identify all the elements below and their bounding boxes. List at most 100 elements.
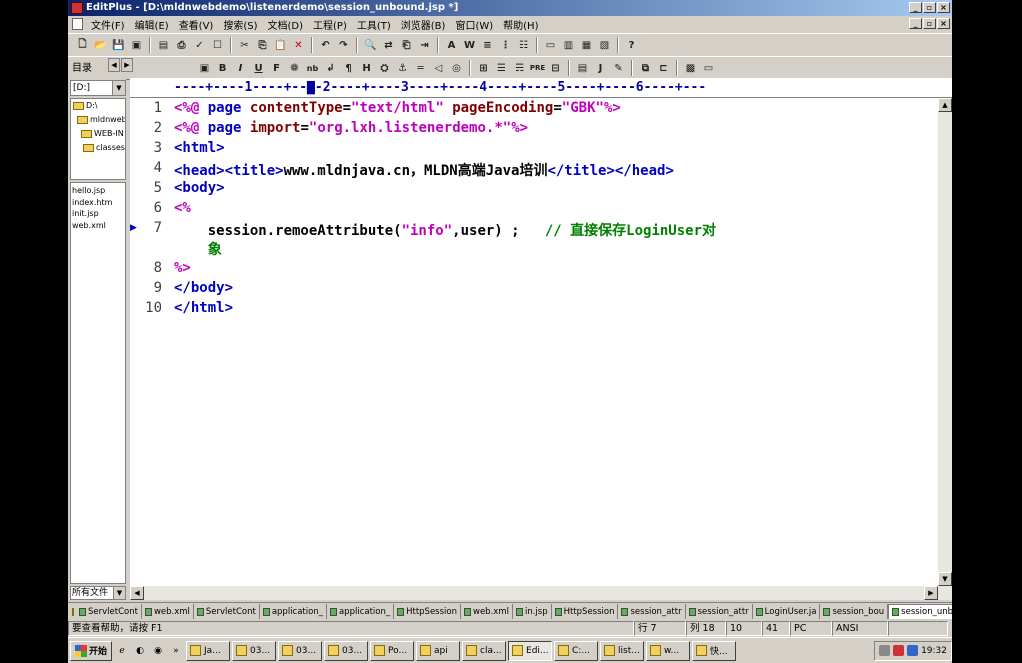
menu-document[interactable]: 文档(D) xyxy=(263,17,309,32)
code-line[interactable]: <html> xyxy=(174,140,225,156)
taskbar-item[interactable]: Po... xyxy=(370,640,415,661)
color-icon[interactable]: ❁ xyxy=(286,60,303,77)
scroll-down-icon[interactable]: ▼ xyxy=(938,572,952,586)
fullscreen-icon[interactable]: ▭ xyxy=(542,37,559,54)
image-tag-icon[interactable]: ⛭ xyxy=(376,60,393,77)
pre-icon[interactable]: PRE xyxy=(529,60,546,77)
form-icon[interactable]: ⊟ xyxy=(547,60,564,77)
document-tab[interactable]: application_ xyxy=(327,604,395,619)
taskbar-item[interactable]: 03... xyxy=(278,640,323,661)
anchor-icon[interactable]: ⚓ xyxy=(394,60,411,77)
open-folder-icon[interactable]: 📂 xyxy=(92,37,109,54)
column-icon[interactable]: ☷ xyxy=(515,37,532,54)
horizontal-scrollbar[interactable]: ◀ ▶ xyxy=(130,586,952,600)
minimize-button[interactable]: _ xyxy=(909,2,922,13)
document-tab[interactable]: ServletCont xyxy=(194,604,260,619)
nbsp-icon[interactable]: nb xyxy=(304,60,321,77)
file-item[interactable]: web.xml xyxy=(71,220,125,232)
code-line-wrapped[interactable]: 象 xyxy=(174,239,222,259)
table-icon[interactable]: ⊞ xyxy=(475,60,492,77)
window-layout-icon[interactable]: ▭ xyxy=(700,60,717,77)
close-button[interactable]: × xyxy=(937,2,950,13)
taskbar-item[interactable]: api xyxy=(416,640,461,661)
cut-icon[interactable]: ✂ xyxy=(236,37,253,54)
taskbar-item-active[interactable]: Edi... xyxy=(508,640,553,661)
tree-item[interactable]: WEB-IN xyxy=(81,129,124,138)
style-icon[interactable]: ✎ xyxy=(610,60,627,77)
spellcheck-icon[interactable]: ✓ xyxy=(191,37,208,54)
output-window-icon[interactable]: ▦ xyxy=(578,37,595,54)
taskbar-item[interactable]: Ja... xyxy=(186,640,231,661)
document-tab[interactable]: HttpSession xyxy=(394,604,461,619)
cliptext-icon[interactable]: ▧ xyxy=(596,37,613,54)
java-icon[interactable]: J xyxy=(592,60,609,77)
document-tab[interactable]: web.xml xyxy=(142,604,194,619)
code-line[interactable]: <% xyxy=(174,200,191,216)
font-tag-icon[interactable]: F xyxy=(268,60,285,77)
underline-icon[interactable]: U xyxy=(250,60,267,77)
word-wrap-icon[interactable]: W xyxy=(461,37,478,54)
menu-window[interactable]: 窗口(W) xyxy=(450,17,498,32)
code-line[interactable]: <body> xyxy=(174,180,225,196)
menu-browser[interactable]: 浏览器(B) xyxy=(396,17,451,32)
file-type-select[interactable]: 所有文件 ▼ xyxy=(70,586,126,600)
code-line[interactable]: %> xyxy=(174,260,191,276)
media-icon[interactable]: ◉ xyxy=(150,643,166,659)
goto-icon[interactable]: ⇥ xyxy=(416,37,433,54)
menu-edit[interactable]: 编辑(E) xyxy=(130,17,174,32)
file-item[interactable]: init.jsp xyxy=(71,208,125,220)
taskbar-item[interactable]: 03... xyxy=(232,640,277,661)
taskbar-item[interactable]: w... xyxy=(646,640,691,661)
document-tab[interactable]: session_attr xyxy=(686,604,753,619)
html-toolbar-extra-icon[interactable]: ⊏ xyxy=(655,60,672,77)
bold-icon[interactable]: B xyxy=(214,60,231,77)
html-preview-icon[interactable]: ▣ xyxy=(196,60,213,77)
br-icon[interactable]: ↲ xyxy=(322,60,339,77)
doc-close-button[interactable]: × xyxy=(937,18,950,29)
find-in-files-icon[interactable]: ⎗ xyxy=(398,37,415,54)
new-file-icon[interactable]: 🗋 xyxy=(74,37,91,54)
save-icon[interactable]: 💾 xyxy=(110,37,127,54)
font-icon[interactable]: A xyxy=(443,37,460,54)
color-picker-icon[interactable]: ▩ xyxy=(682,60,699,77)
tree-item[interactable]: mldnweb xyxy=(77,115,125,124)
menu-tools[interactable]: 工具(T) xyxy=(352,17,396,32)
ie-icon[interactable]: ℯ xyxy=(114,643,130,659)
taskbar-item[interactable]: 快... xyxy=(692,640,737,661)
quicklaunch-more-icon[interactable]: » xyxy=(168,643,184,659)
menu-view[interactable]: 查看(V) xyxy=(174,17,219,32)
code-editor[interactable]: 1 <%@ page contentType="text/html" pageE… xyxy=(130,98,938,586)
document-tab[interactable]: session_bou xyxy=(820,604,889,619)
code-line[interactable]: <%@ page import="org.lxh.listenerdemo.*"… xyxy=(174,120,528,136)
file-type-dropdown-icon[interactable]: ▼ xyxy=(113,587,125,599)
menu-file[interactable]: 文件(F) xyxy=(86,17,130,32)
redo-icon[interactable]: ↷ xyxy=(335,37,352,54)
line-number-icon[interactable]: ≡ xyxy=(479,37,496,54)
file-item[interactable]: hello.jsp xyxy=(71,185,125,197)
taskbar-item[interactable]: C:... xyxy=(554,640,599,661)
find-icon[interactable]: 🔍 xyxy=(362,37,379,54)
print-preview-icon[interactable]: ▤ xyxy=(155,37,172,54)
scroll-right-icon[interactable]: ▶ xyxy=(924,586,938,600)
file-item[interactable]: index.htm xyxy=(71,197,125,209)
italic-icon[interactable]: I xyxy=(232,60,249,77)
menu-help[interactable]: 帮助(H) xyxy=(498,17,543,32)
scroll-up-icon[interactable]: ▲ xyxy=(938,98,952,112)
maximize-button[interactable]: ▫ xyxy=(923,2,936,13)
undo-icon[interactable]: ↶ xyxy=(317,37,334,54)
paste-icon[interactable]: 📋 xyxy=(272,37,289,54)
save-all-icon[interactable]: ▣ xyxy=(128,37,145,54)
start-button[interactable]: 开始 xyxy=(70,640,113,661)
doc-minimize-button[interactable]: _ xyxy=(909,18,922,29)
print-icon[interactable]: ⎙ xyxy=(173,37,190,54)
heading-icon[interactable]: H xyxy=(358,60,375,77)
document-tab[interactable]: web.xml xyxy=(461,604,513,619)
document-tab[interactable]: LoginUser.ja xyxy=(753,604,821,619)
taskbar-item[interactable]: 03... xyxy=(324,640,369,661)
taskbar-item[interactable]: cla... xyxy=(462,640,507,661)
hr-icon[interactable]: ═ xyxy=(412,60,429,77)
drive-select[interactable]: [D:] ▼ xyxy=(70,80,126,96)
menu-search[interactable]: 搜索(S) xyxy=(218,17,262,32)
directory-window-icon[interactable]: ▥ xyxy=(560,37,577,54)
vertical-scrollbar[interactable]: ▲ ▼ xyxy=(938,98,952,586)
